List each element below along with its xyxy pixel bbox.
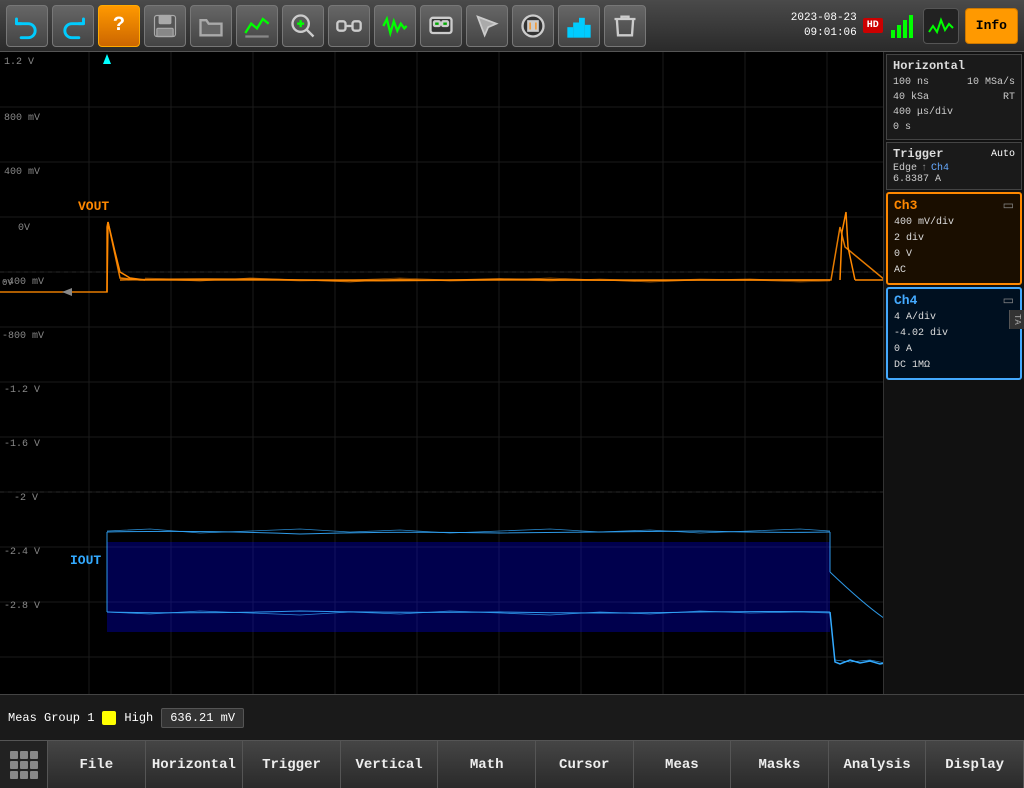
svg-text:-2 V: -2 V: [14, 493, 38, 504]
trigger-mode: Auto: [991, 149, 1015, 160]
trigger-title: Trigger: [893, 147, 943, 161]
run-stop-button[interactable]: [512, 5, 554, 47]
ch3-vdiv: 400 mV/div: [894, 215, 1014, 231]
panel-spacer: [886, 382, 1022, 692]
nav-meas[interactable]: Meas: [634, 741, 732, 788]
ch3-panel: Ch3 ▭ 400 mV/div 2 div 0 V AC: [886, 192, 1022, 285]
svg-text:-800 mV: -800 mV: [2, 331, 44, 342]
save-button[interactable]: [144, 5, 186, 47]
ch4-impedance: DC 1MΩ: [894, 358, 1014, 374]
nav-analysis[interactable]: Analysis: [829, 741, 927, 788]
redo-button[interactable]: [52, 5, 94, 47]
signal-bars: [889, 12, 917, 40]
svg-text:-2.4 V: -2.4 V: [4, 547, 40, 558]
scope-logo: [923, 8, 959, 44]
position-val: 0 s: [893, 120, 911, 135]
scope-screen: 0V: [0, 52, 884, 694]
ch3-offset: 0 V: [894, 247, 1014, 263]
nav-masks[interactable]: Masks: [731, 741, 829, 788]
horizontal-title: Horizontal: [893, 59, 1015, 73]
meas-group-label: Meas Group 1: [8, 711, 94, 725]
top-right-panel: 2023-08-23 09:01:06 HD Info: [791, 8, 1018, 44]
horizontal-section: Horizontal 100 ns 10 MSa/s 40 kSa RT 400…: [886, 54, 1022, 140]
main-area: 0V: [0, 52, 1024, 694]
toolbar: ?: [0, 0, 1024, 52]
display-button[interactable]: [420, 5, 462, 47]
hd-badge: HD: [863, 18, 883, 33]
ch4-name: Ch4: [894, 293, 917, 308]
ch3-close[interactable]: ▭: [1003, 198, 1014, 213]
ta-tab[interactable]: TA: [1009, 310, 1024, 329]
svg-text:-1.6 V: -1.6 V: [4, 439, 40, 450]
nav-cursor[interactable]: Cursor: [536, 741, 634, 788]
svg-text:-400 mV: -400 mV: [2, 277, 44, 288]
ch4-pos: -4.02 div: [894, 326, 1014, 342]
ch4-panel: Ch4 ▭ 4 A/div -4.02 div 0 A DC 1MΩ: [886, 287, 1022, 380]
ch4-close[interactable]: ▭: [1003, 293, 1014, 308]
measure-button[interactable]: [236, 5, 278, 47]
nav-grid-button[interactable]: [0, 741, 48, 788]
svg-text:1.2 V: 1.2 V: [4, 57, 34, 68]
nav-horizontal[interactable]: Horizontal: [146, 741, 244, 788]
svg-text:0V: 0V: [18, 223, 30, 234]
undo-button[interactable]: [6, 5, 48, 47]
bottom-navigation: File Horizontal Trigger Vertical Math Cu…: [0, 740, 1024, 788]
svg-text:-2.8 V: -2.8 V: [4, 601, 40, 612]
svg-text:-1.2 V: -1.2 V: [4, 385, 40, 396]
trigger-channel: Ch4: [931, 163, 949, 174]
trigger-level: 6.8387 A: [893, 174, 1015, 185]
nav-trigger[interactable]: Trigger: [243, 741, 341, 788]
info-button[interactable]: Info: [965, 8, 1018, 44]
time-base-value: 100 ns: [893, 75, 929, 90]
meas-name-label: High: [124, 711, 153, 725]
ch3-coupling: AC: [894, 263, 1014, 279]
zoom-button[interactable]: [282, 5, 324, 47]
nav-math[interactable]: Math: [438, 741, 536, 788]
delete-button[interactable]: [604, 5, 646, 47]
grid-icon: [10, 751, 38, 779]
help-button[interactable]: ?: [98, 5, 140, 47]
trigger-type: Edge: [893, 163, 917, 174]
right-panel: Horizontal 100 ns 10 MSa/s 40 kSa RT 400…: [884, 52, 1024, 694]
svg-text:IOUT: IOUT: [70, 553, 101, 568]
scope-grid: 0V: [0, 52, 883, 694]
ch3-name: Ch3: [894, 198, 917, 213]
svg-text:400 mV: 400 mV: [4, 167, 40, 178]
nav-vertical[interactable]: Vertical: [341, 741, 439, 788]
ch3-pos: 2 div: [894, 231, 1014, 247]
svg-text:800 mV: 800 mV: [4, 113, 40, 124]
datetime-display: 2023-08-23 09:01:06: [791, 11, 857, 40]
search-button[interactable]: [328, 5, 370, 47]
mode-rt: RT: [1003, 90, 1015, 105]
meas-indicator: [102, 711, 116, 725]
ch4-offset: 0 A: [894, 342, 1014, 358]
svg-text:VOUT: VOUT: [78, 199, 109, 214]
memory-depth: 40 kSa: [893, 90, 929, 105]
sample-rate-value: 10 MSa/s: [967, 75, 1015, 90]
trigger-section: Trigger Auto Edge ↑ Ch4 6.8387 A: [886, 142, 1022, 190]
cursor-button[interactable]: [466, 5, 508, 47]
math-button[interactable]: [374, 5, 416, 47]
open-button[interactable]: [190, 5, 232, 47]
fft-button[interactable]: [558, 5, 600, 47]
nav-file[interactable]: File: [48, 741, 146, 788]
nav-display[interactable]: Display: [926, 741, 1024, 788]
time-div: 400 μs/div: [893, 105, 953, 120]
meas-value-display: 636.21 mV: [161, 708, 244, 728]
measurement-bar: Meas Group 1 High 636.21 mV: [0, 694, 1024, 740]
ch4-adiv: 4 A/div: [894, 310, 1014, 326]
